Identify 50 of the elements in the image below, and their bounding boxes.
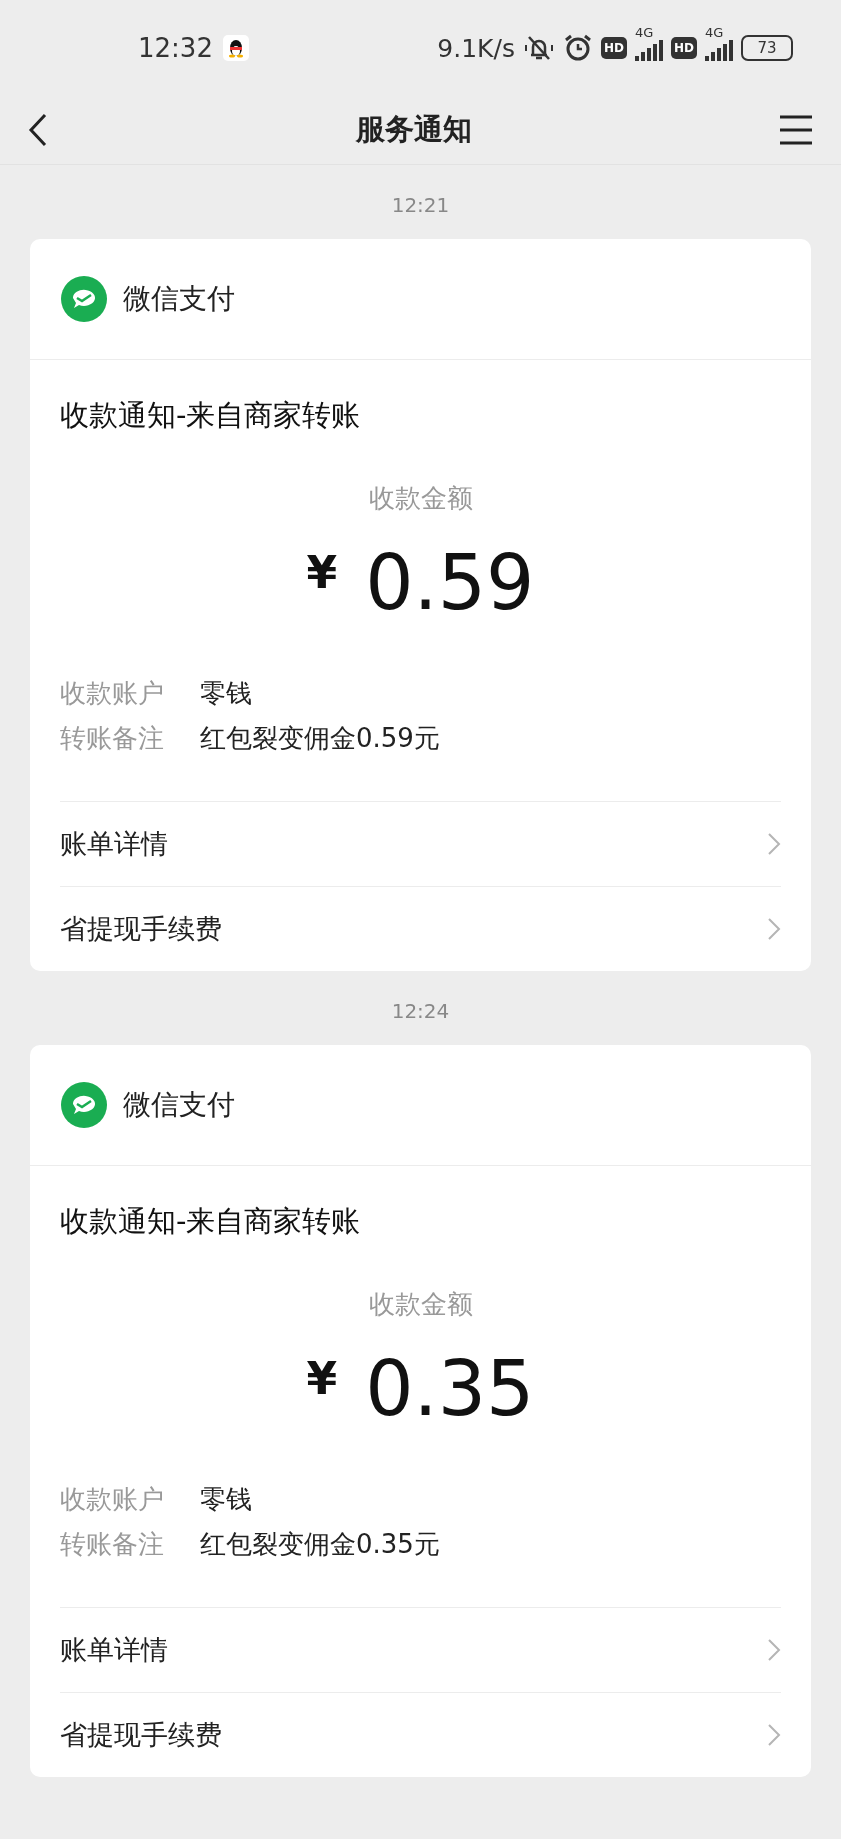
chevron-right-icon [767,1723,781,1747]
field-label: 转账备注 [60,1528,164,1561]
chevron-right-icon [767,917,781,941]
alarm-clock-icon [562,33,593,63]
chevron-right-icon [767,832,781,856]
field-value: 零钱 [200,1483,252,1516]
currency-symbol: ¥ [306,1353,338,1404]
field-value: 红包裂变佣金0.59元 [200,722,440,755]
hd-badge: HD [671,37,697,59]
back-button[interactable] [28,113,48,147]
link-label: 省提现手续费 [60,1718,222,1752]
signal-icon [635,39,663,61]
field-value: 红包裂变佣金0.35元 [200,1528,440,1561]
amount-value: 0.59 [365,538,535,627]
network-type: 4G [705,25,724,40]
link-row[interactable]: 账单详情 [60,1607,781,1692]
currency-symbol: ¥ [306,547,338,598]
hd-badge: HD [600,37,627,59]
link-label: 账单详情 [60,827,168,861]
field-label: 收款账户 [60,677,164,710]
battery-level: 73 [757,39,777,57]
sender-name: 微信支付 [123,1087,235,1123]
signal-icon [705,39,733,61]
link-row[interactable]: 省提现手续费 [60,886,781,971]
network-speed: 9.1K/s [437,33,515,63]
status-time: 12:32 [138,33,213,63]
message-time: 12:21 [390,193,451,217]
chevron-right-icon [767,1638,781,1662]
chat-check-icon [61,1082,107,1128]
field-label: 收款账户 [60,1483,164,1516]
field-value: 零钱 [200,677,252,710]
page-title: 服务通知 [355,111,472,148]
penguin-icon [222,35,249,61]
link-label: 账单详情 [60,1633,168,1667]
sender-name: 微信支付 [123,281,235,317]
amount-label: 收款金额 [367,1288,474,1321]
back-icon [28,113,48,147]
field-label: 转账备注 [60,722,164,755]
link-label: 省提现手续费 [60,912,222,946]
message-title: 收款通知-来自商家转账 [60,397,362,434]
amount-label: 收款金额 [367,482,474,515]
message-time: 12:24 [390,999,451,1023]
menu-icon [779,115,813,145]
network-type: 4G [635,25,654,40]
link-row[interactable]: 账单详情 [60,801,781,886]
chat-check-icon [61,276,107,322]
amount-value: 0.35 [365,1344,535,1433]
link-row[interactable]: 省提现手续费 [60,1692,781,1777]
message-title: 收款通知-来自商家转账 [60,1203,362,1240]
menu-button[interactable] [779,115,813,145]
